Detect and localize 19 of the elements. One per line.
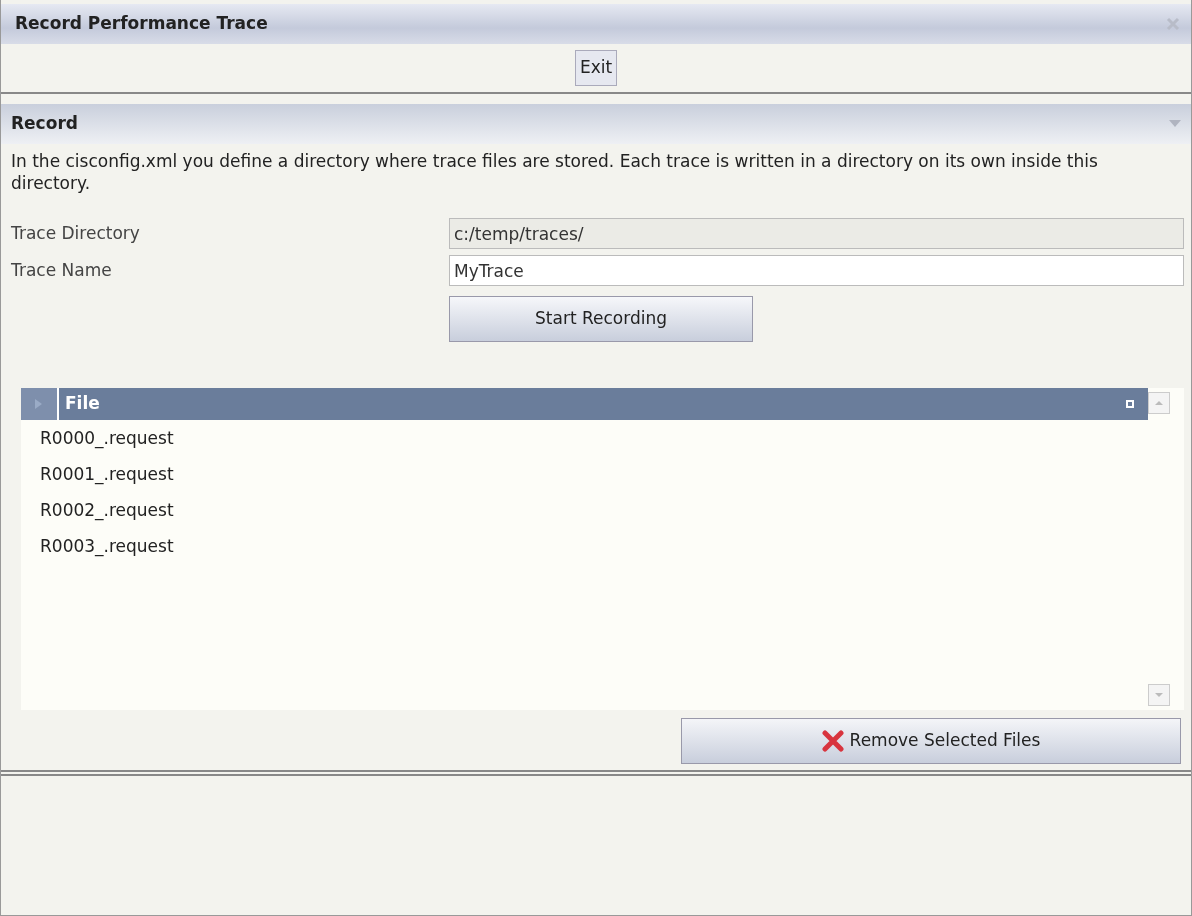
column-menu-icon[interactable]	[1126, 400, 1134, 409]
section-title: Record	[11, 112, 78, 136]
file-row[interactable]: R0000_.request	[21, 420, 1148, 457]
delete-icon	[821, 730, 844, 753]
field-label: Trace Directory	[11, 221, 141, 245]
file-row[interactable]: R0002_.request	[21, 492, 1148, 529]
window-title: Record Performance Trace	[15, 12, 268, 36]
name-field[interactable]: MyTrace	[449, 255, 1184, 287]
file-row[interactable]: R0001_.request	[21, 456, 1148, 493]
file-row[interactable]: R0003_.request	[21, 528, 1148, 565]
remove-files-button[interactable]: Remove Selected Files	[681, 718, 1181, 765]
start-recording-button[interactable]: Start Recording	[449, 296, 753, 343]
exit-button[interactable]: Exit	[574, 50, 618, 86]
sort-icon[interactable]	[21, 388, 59, 421]
collapse-icon[interactable]	[1169, 120, 1181, 128]
description-text: In the cisconfig.xml you define a directory where trace files are stored. Each trace is written in a directory on its own inside this directory.	[10, 150, 1099, 196]
directory-field: c:/temp/traces/	[449, 218, 1184, 250]
close-icon[interactable]	[1165, 16, 1181, 32]
field-label: Trace Name	[11, 258, 113, 282]
